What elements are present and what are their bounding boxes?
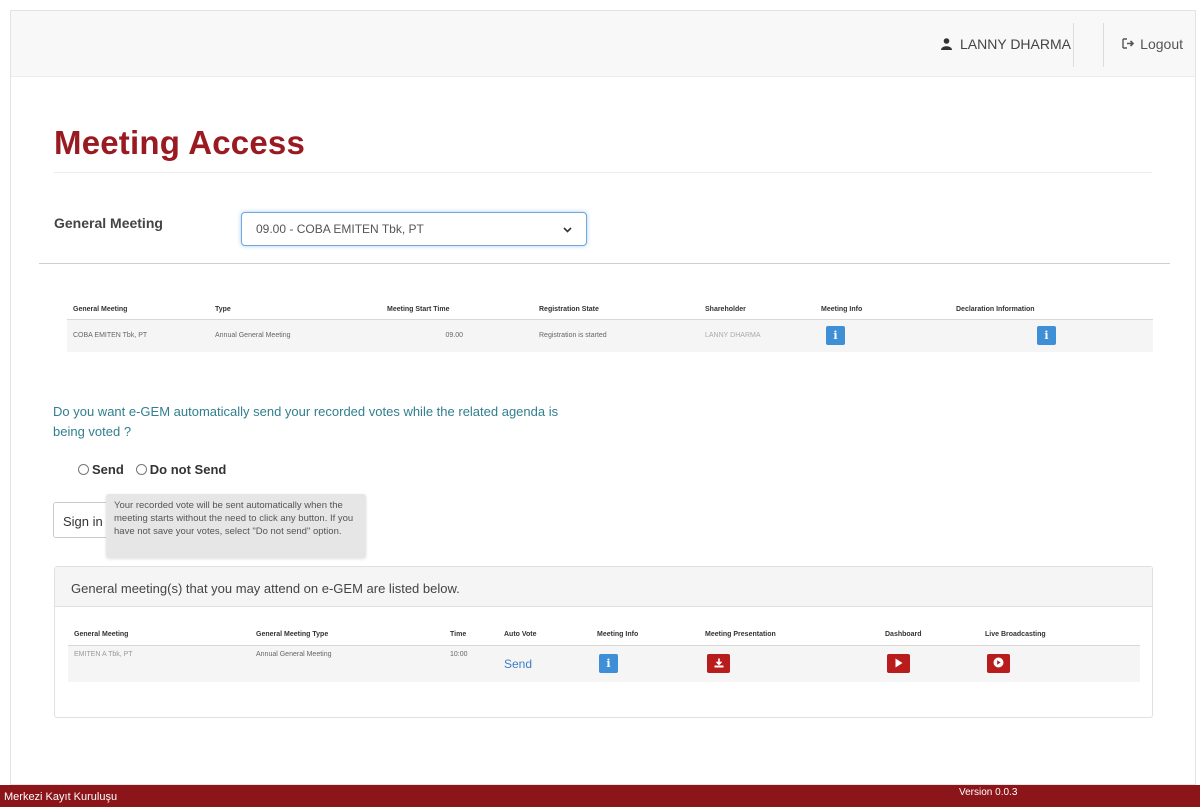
column-header: Meeting Info xyxy=(591,624,699,646)
radio-do-not-send[interactable]: Do not Send xyxy=(135,462,227,477)
column-header: Type xyxy=(209,300,381,320)
footer-version: Version 0.0.3 xyxy=(959,787,1018,798)
logout-label: Logout xyxy=(1140,36,1183,52)
play-icon xyxy=(895,658,903,670)
radio-circle[interactable] xyxy=(135,464,147,475)
column-header: Meeting Start Time xyxy=(381,300,533,320)
meeting-info-button[interactable]: i xyxy=(826,326,845,346)
cell-time: 10:00 xyxy=(444,645,498,682)
info-icon: i xyxy=(1044,329,1049,343)
cell-shareholder: LANNY DHARMA xyxy=(699,319,815,352)
info-icon: i xyxy=(606,657,611,671)
radio-send-label: Send xyxy=(92,462,124,477)
cell-start-time: 09.00 xyxy=(381,319,533,352)
user-menu[interactable]: LANNY DHARMA xyxy=(941,34,1071,54)
column-header: Declaration Information xyxy=(950,300,1153,320)
chevron-down-icon xyxy=(563,222,572,236)
declaration-info-button[interactable]: i xyxy=(1037,326,1056,346)
column-header: General Meeting xyxy=(68,624,250,646)
table-row: COBA EMITEN Tbk, PT Annual General Meeti… xyxy=(67,319,1153,352)
table-header-row: General Meeting General Meeting Type Tim… xyxy=(68,624,1140,646)
navbar-divider xyxy=(1073,23,1074,67)
download-icon xyxy=(714,658,724,670)
auto-vote-radio-group: Send Do not Send xyxy=(78,462,238,477)
column-header: Dashboard xyxy=(879,624,979,646)
cell-type: Annual General Meeting xyxy=(250,645,444,682)
cell-registration-state: Registration is started xyxy=(533,319,699,352)
table-row: EMITEN A Tbk, PT Annual General Meeting … xyxy=(68,645,1140,682)
radio-send[interactable]: Send xyxy=(78,462,124,477)
column-header: Meeting Info xyxy=(815,300,950,320)
column-header: Live Broadcasting xyxy=(979,624,1140,646)
top-navbar: LANNY DHARMA Logout xyxy=(11,11,1195,77)
column-header: General Meeting xyxy=(67,300,209,320)
general-meeting-label: General Meeting xyxy=(54,215,163,231)
app-window: LANNY DHARMA Logout Meeting Access Gener… xyxy=(10,10,1196,785)
column-header: Auto Vote xyxy=(498,624,591,646)
navbar-divider xyxy=(1103,23,1104,67)
cell-general-meeting: COBA EMITEN Tbk, PT xyxy=(67,319,209,352)
section-divider xyxy=(39,263,1170,264)
column-header: Shareholder xyxy=(699,300,815,320)
footer-bar: Merkezi Kayıt Kuruluşu Version 0.0.3 xyxy=(0,785,1200,807)
logout-link[interactable]: Logout xyxy=(1122,34,1183,54)
info-icon: i xyxy=(833,329,838,343)
registration-table: General Meeting Type Meeting Start Time … xyxy=(67,300,1153,352)
column-header: Meeting Presentation xyxy=(699,624,879,646)
auto-vote-tooltip: Your recorded vote will be sent automati… xyxy=(106,494,366,558)
live-broadcast-button[interactable] xyxy=(987,654,1010,674)
radio-circle[interactable] xyxy=(78,464,89,475)
window-edge xyxy=(0,0,10,785)
auto-vote-send-link[interactable]: Send xyxy=(504,657,532,671)
cell-type: Annual General Meeting xyxy=(209,319,381,352)
panel-heading: General meeting(s) that you may attend o… xyxy=(55,567,1152,607)
cell-general-meeting: EMITEN A Tbk, PT xyxy=(68,645,250,682)
meeting-info-button[interactable]: i xyxy=(599,654,618,674)
column-header: Registration State xyxy=(533,300,699,320)
user-icon xyxy=(941,38,952,50)
download-presentation-button[interactable] xyxy=(707,654,730,674)
auto-vote-question: Do you want e-GEM automatically send you… xyxy=(53,404,559,439)
radio-do-not-send-label: Do not Send xyxy=(149,462,227,477)
general-meeting-selected-value: 09.00 - COBA EMITEN Tbk, PT xyxy=(256,222,424,236)
table-header-row: General Meeting Type Meeting Start Time … xyxy=(67,300,1153,320)
user-name: LANNY DHARMA xyxy=(960,36,1071,52)
dashboard-button[interactable] xyxy=(887,654,910,674)
general-meeting-select[interactable]: 09.00 - COBA EMITEN Tbk, PT xyxy=(241,212,587,246)
footer-org-name: Merkezi Kayıt Kuruluşu xyxy=(4,791,118,803)
column-header: General Meeting Type xyxy=(250,624,444,646)
column-header: Time xyxy=(444,624,498,646)
sign-out-icon xyxy=(1122,36,1135,52)
play-circle-icon xyxy=(993,657,1004,670)
attend-meetings-panel: General meeting(s) that you may attend o… xyxy=(54,566,1153,718)
page-title: Meeting Access xyxy=(54,124,306,161)
attend-meetings-table: General Meeting General Meeting Type Tim… xyxy=(68,624,1140,682)
title-divider xyxy=(54,172,1152,173)
